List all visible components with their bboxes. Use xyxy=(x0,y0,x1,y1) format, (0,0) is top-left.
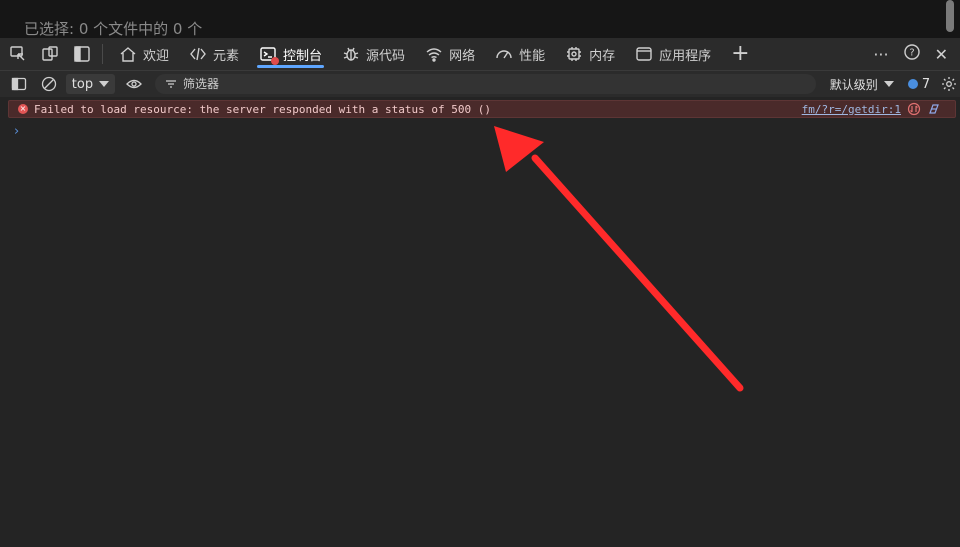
inspect-element-icon[interactable] xyxy=(4,40,32,68)
more-tools-button[interactable]: ··· xyxy=(873,45,888,64)
clear-console-icon[interactable] xyxy=(38,73,60,95)
home-icon xyxy=(120,47,136,62)
console-toolbar: top 默认级别 7 xyxy=(0,71,960,97)
device-emulation-icon[interactable] xyxy=(36,40,64,68)
tab-elements[interactable]: 元素 xyxy=(179,38,249,70)
tab-console[interactable]: 控制台 xyxy=(249,38,332,70)
context-selector[interactable]: top xyxy=(65,74,116,94)
tab-label: 控制台 xyxy=(283,48,323,64)
issues-counter[interactable]: 7 xyxy=(907,76,931,92)
console-settings-gear-icon[interactable] xyxy=(938,73,960,95)
console-output: × Failed to load resource: the server re… xyxy=(0,98,960,547)
help-icon: ? xyxy=(903,44,920,60)
bug-icon xyxy=(343,47,359,61)
page-scrollbar[interactable] xyxy=(946,0,954,32)
issues-count-value: 7 xyxy=(921,76,931,92)
app-window-icon xyxy=(636,47,652,61)
live-expression-eye-icon[interactable] xyxy=(123,73,145,95)
devtools-tabbar: 欢迎 元素 控制台 源代码 网络 性能 内存 应用程序 + ··· ? ✕ xyxy=(0,38,960,71)
page-top-area: 已选择: 0 个文件中的 0 个 xyxy=(0,0,960,38)
filter-icon xyxy=(165,80,176,88)
gauge-icon xyxy=(496,50,512,59)
error-source-link[interactable]: fm/?r=/getdir:1 xyxy=(802,103,901,116)
log-level-label: 默认级别 xyxy=(829,77,878,92)
filter-input[interactable] xyxy=(182,77,783,91)
copilot-explain-icon[interactable] xyxy=(927,102,941,116)
tab-label: 欢迎 xyxy=(143,48,170,64)
toggle-sidebar-icon[interactable] xyxy=(8,73,30,95)
dropdown-arrow-icon xyxy=(883,81,894,87)
issues-icon xyxy=(907,79,918,89)
console-filter xyxy=(154,74,816,94)
log-level-selector[interactable]: 默认级别 xyxy=(830,76,894,93)
tab-label: 源代码 xyxy=(366,48,406,64)
help-button[interactable]: ? xyxy=(903,43,921,65)
console-error-badge xyxy=(271,57,280,65)
add-tool-button[interactable]: + xyxy=(721,38,759,70)
chip-icon xyxy=(567,47,582,61)
wifi-icon xyxy=(426,48,442,62)
close-devtools-button[interactable]: ✕ xyxy=(935,45,948,64)
selection-status-text: 已选择: 0 个文件中的 0 个 xyxy=(24,20,203,38)
svg-text:?: ? xyxy=(909,48,914,59)
tab-sources[interactable]: 源代码 xyxy=(332,38,415,70)
context-value: top xyxy=(71,76,94,92)
tab-network[interactable]: 网络 xyxy=(415,38,485,70)
code-icon xyxy=(190,47,206,61)
console-prompt[interactable]: › xyxy=(14,124,19,139)
dock-side-icon[interactable] xyxy=(68,40,96,68)
tabbar-actions: ··· ? ✕ xyxy=(873,43,960,65)
tab-performance[interactable]: 性能 xyxy=(485,38,555,70)
tab-label: 应用程序 xyxy=(659,48,712,64)
tab-label: 元素 xyxy=(213,48,240,64)
tab-welcome[interactable]: 欢迎 xyxy=(109,38,179,70)
console-error-message[interactable]: × Failed to load resource: the server re… xyxy=(8,100,956,118)
tab-label: 网络 xyxy=(449,48,476,64)
dropdown-arrow-icon xyxy=(99,81,110,87)
error-icon: × xyxy=(18,104,28,114)
tabbar-divider xyxy=(102,44,103,64)
tab-application[interactable]: 应用程序 xyxy=(625,38,721,70)
error-text: Failed to load resource: the server resp… xyxy=(34,102,491,116)
tab-label: 内存 xyxy=(589,48,616,64)
tab-memory[interactable]: 内存 xyxy=(555,38,625,70)
tab-label: 性能 xyxy=(519,48,546,64)
network-request-icon[interactable] xyxy=(907,102,921,116)
